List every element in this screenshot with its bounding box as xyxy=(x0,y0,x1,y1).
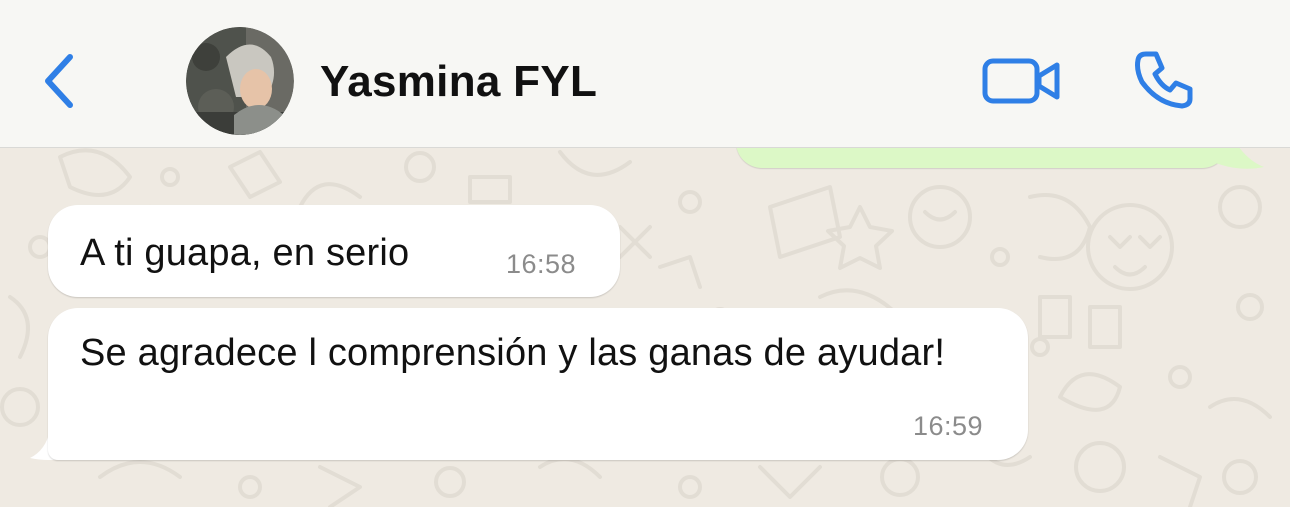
incoming-message-bubble[interactable]: A ti guapa, en serio 16:58 xyxy=(48,205,620,297)
video-call-button[interactable] xyxy=(976,44,1068,118)
incoming-message-bubble[interactable]: Se agradece l comprensión y las ganas de… xyxy=(48,308,1028,460)
back-button[interactable] xyxy=(30,48,86,114)
avatar-photo xyxy=(186,27,294,135)
phone-icon xyxy=(1135,51,1193,109)
message-text: Se agradece l comprensión y las ganas de… xyxy=(80,332,946,374)
contact-name[interactable]: Yasmina FYL xyxy=(320,54,597,110)
message-time: 16:58 xyxy=(506,249,577,279)
chat-header: Yasmina FYL xyxy=(0,0,1290,148)
message-text: A ti guapa, en serio xyxy=(80,232,410,274)
contact-avatar[interactable] xyxy=(186,27,294,135)
chat-screen: Yasmina FYL A ti guapa, en serio 16:58 S… xyxy=(0,0,1290,507)
message-time: 16:59 xyxy=(913,411,984,441)
voice-call-button[interactable] xyxy=(1124,42,1204,118)
video-camera-icon xyxy=(982,58,1060,104)
chevron-left-icon xyxy=(45,54,73,108)
